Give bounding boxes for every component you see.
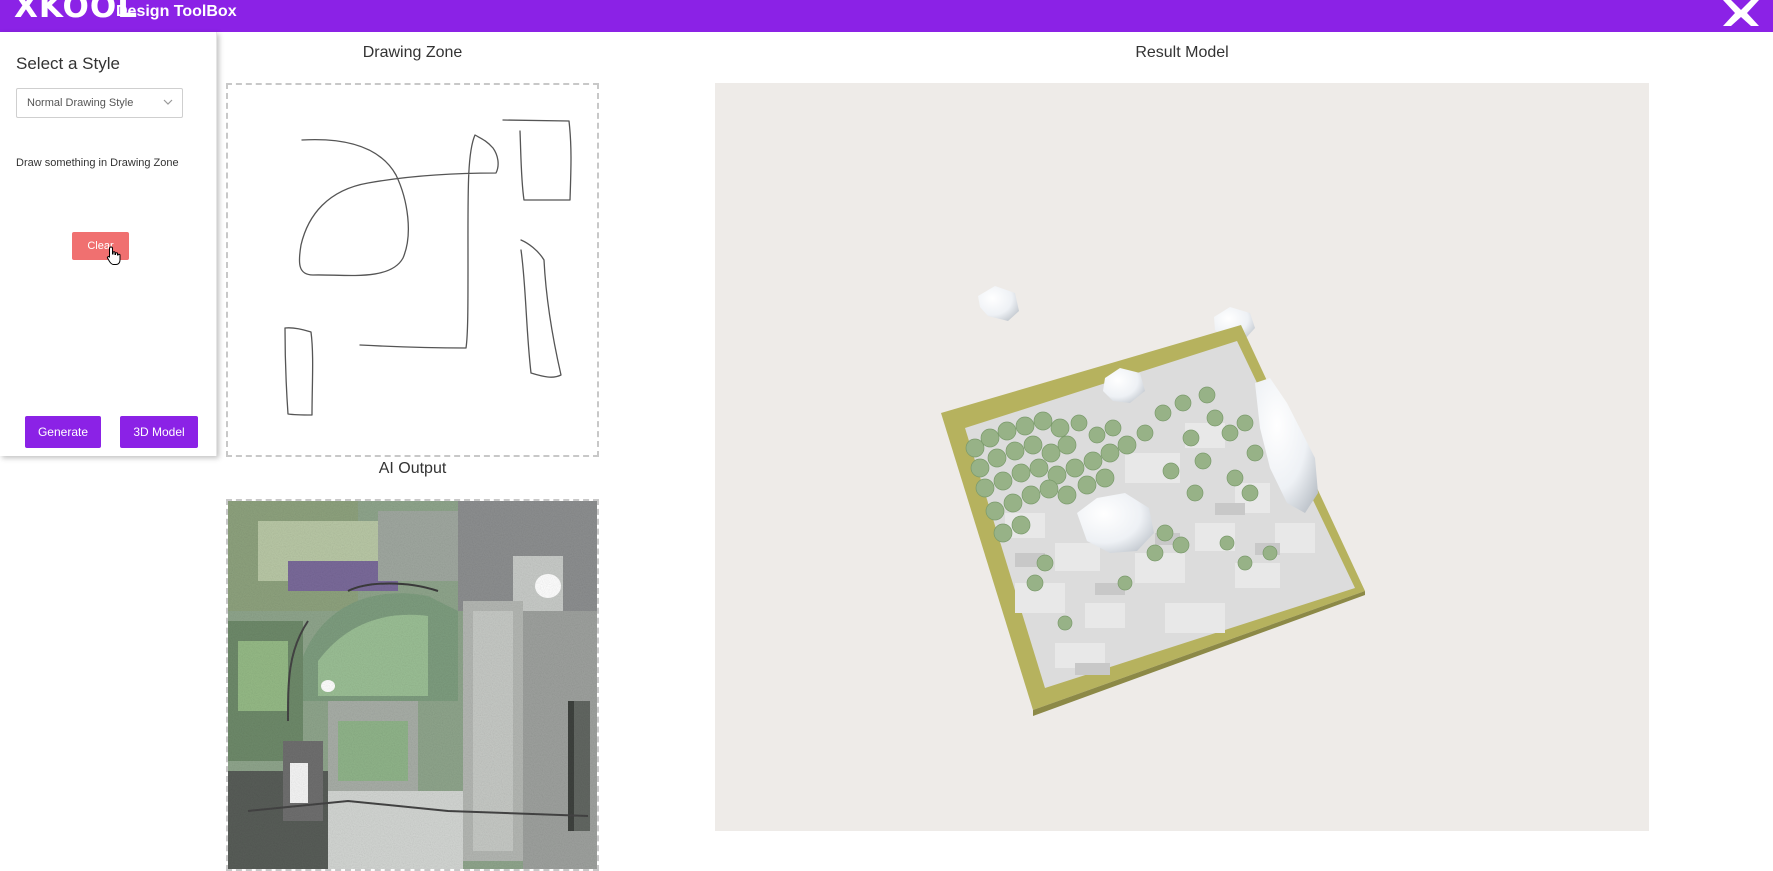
ai-output-label: AI Output [378,460,447,477]
result-model-label: Result Model [1135,44,1229,61]
3d-model-button[interactable]: 3D Model [120,416,198,448]
style-select-value: Normal Drawing Style [27,97,134,109]
sidebar-title: Select a Style [16,54,120,73]
ai-generated-texture [228,501,597,869]
ai-output-image [226,499,599,871]
generate-button[interactable]: Generate [25,416,101,448]
instructions-text: Draw something in Drawing Zone [16,157,179,169]
3d-model-viewer[interactable] [715,83,1649,831]
style-select[interactable]: Normal Drawing Style [16,88,183,118]
3d-model-render [941,286,1365,716]
drawing-zone-label: Drawing Zone [362,44,463,61]
drawing-canvas[interactable] [226,83,599,457]
style-sidebar: Select a Style Normal Drawing Style Draw… [0,32,217,456]
app-title: Design ToolBox [116,3,237,20]
sketch-strokes [284,119,572,416]
top-bar: XKOOL Design ToolBox [0,0,1773,32]
hand-cursor-icon [106,246,122,266]
close-x-icon[interactable] [1719,0,1763,30]
chevron-down-icon [163,98,173,106]
